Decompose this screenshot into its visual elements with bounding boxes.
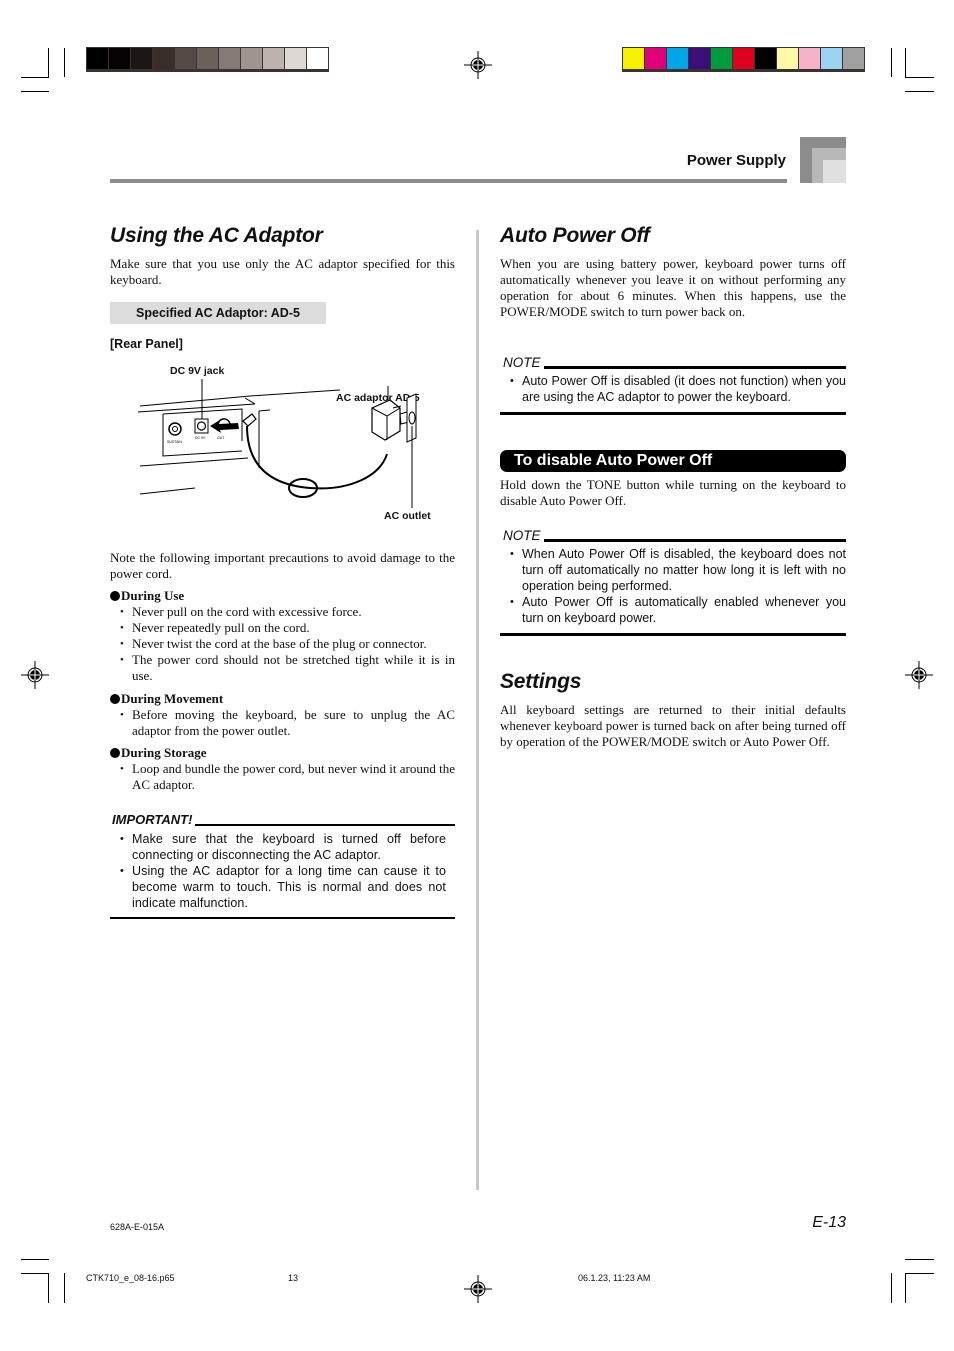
color-swatch	[645, 48, 666, 69]
subheading-disable-auto-power-off: To disable Auto Power Off	[500, 450, 846, 472]
disable-instructions: Hold down the TONE button while turning …	[500, 477, 846, 508]
color-swatch	[821, 48, 842, 69]
note-box-1: NOTE Auto Power Off is disabled (it does…	[500, 355, 846, 415]
doc-code: 628A-E-015A	[110, 1222, 165, 1232]
color-swatch	[755, 48, 776, 69]
important-list: Make sure that the keyboard is turned of…	[110, 831, 455, 911]
heading-auto-power-off: Auto Power Off	[500, 224, 650, 247]
registration-mark-icon	[464, 1275, 492, 1303]
file-name: CTK710_e_08-16.p65	[86, 1273, 175, 1283]
color-swatch	[153, 48, 174, 69]
precaution-list: Before moving the keyboard, be sure to u…	[110, 707, 455, 739]
heading-using-ac-adaptor: Using the AC Adaptor	[110, 224, 323, 247]
list-item: Never pull on the cord with excessive fo…	[110, 604, 455, 620]
color-swatch	[197, 48, 218, 69]
color-swatch	[843, 48, 864, 69]
color-swatch	[175, 48, 196, 69]
list-item: Before moving the keyboard, be sure to u…	[110, 707, 455, 739]
registration-mark-icon	[464, 51, 492, 79]
color-swatch	[689, 48, 710, 69]
precaution-group-during-use: During Use Never pull on the cord with e…	[110, 587, 455, 684]
color-swatch	[285, 48, 306, 69]
page-number: E-13	[812, 1214, 846, 1231]
color-swatch	[87, 48, 108, 69]
rear-panel-label: [Rear Panel]	[110, 337, 183, 351]
note-box-2: NOTE When Auto Power Off is disabled, th…	[500, 528, 846, 636]
list-item: Auto Power Off is automatically enabled …	[500, 594, 846, 626]
color-swatch	[263, 48, 284, 69]
list-item: Using the AC adaptor for a long time can…	[110, 863, 446, 911]
specified-adaptor-box: Specified AC Adaptor: AD-5	[110, 302, 326, 324]
group-heading: During Use	[121, 588, 185, 603]
color-swatch	[777, 48, 798, 69]
important-label: IMPORTANT!	[112, 812, 193, 827]
bullet-dot-icon	[110, 694, 120, 704]
color-swatch	[219, 48, 240, 69]
color-swatch	[241, 48, 262, 69]
note-label: NOTE	[503, 355, 541, 370]
color-swatch	[131, 48, 152, 69]
color-swatch	[623, 48, 644, 69]
timestamp: 06.1.23, 11:23 AM	[578, 1273, 651, 1283]
list-item: Make sure that the keyboard is turned of…	[110, 831, 446, 863]
file-page-number: 13	[288, 1273, 299, 1283]
ac-adaptor-intro: Make sure that you use only the AC adapt…	[110, 256, 455, 287]
list-item: Loop and bundle the power cord, but neve…	[110, 761, 455, 793]
heading-settings: Settings	[500, 670, 582, 693]
color-swatch	[733, 48, 754, 69]
color-swatch	[307, 48, 328, 69]
note-label: NOTE	[503, 528, 541, 543]
color-swatch	[109, 48, 130, 69]
color-swatch	[799, 48, 820, 69]
group-heading: During Storage	[121, 745, 207, 760]
color-swatch-bar	[622, 47, 865, 72]
rear-panel-illustration: SUSTAIN DC 9V OUT	[137, 379, 417, 508]
grayscale-swatch-bar	[86, 47, 329, 72]
sustain-jack-label: SUSTAIN	[167, 440, 182, 444]
note-list: When Auto Power Off is disabled, the key…	[500, 546, 846, 626]
important-box: IMPORTANT! Make sure that the keyboard i…	[110, 812, 455, 919]
column-divider	[476, 230, 479, 1190]
group-heading: During Movement	[121, 691, 224, 706]
bullet-dot-icon	[110, 591, 120, 601]
precaution-list: Never pull on the cord with excessive fo…	[110, 604, 455, 684]
precaution-list: Loop and bundle the power cord, but neve…	[110, 761, 455, 793]
list-item: Never twist the cord at the base of the …	[110, 636, 455, 652]
list-item: Never repeatedly pull on the cord.	[110, 620, 455, 636]
list-item: Auto Power Off is disabled (it does not …	[500, 373, 846, 405]
precaution-group-during-movement: During Movement Before moving the keyboa…	[110, 690, 455, 739]
list-item: The power cord should not be stretched t…	[110, 652, 455, 684]
precaution-group-during-storage: During Storage Loop and bundle the power…	[110, 744, 455, 793]
list-item: When Auto Power Off is disabled, the key…	[500, 546, 846, 594]
header-rule	[110, 179, 787, 183]
registration-mark-icon	[905, 661, 933, 689]
note-list: Auto Power Off is disabled (it does not …	[500, 373, 846, 405]
svg-text:DC 9V: DC 9V	[195, 436, 206, 440]
section-header-title: Power Supply	[686, 152, 786, 169]
settings-text: All keyboard settings are returned to th…	[500, 702, 846, 749]
precautions-intro: Note the following important precautions…	[110, 550, 455, 581]
svg-text:OUT: OUT	[217, 436, 225, 440]
bullet-dot-icon	[110, 748, 120, 758]
color-swatch	[711, 48, 732, 69]
auto-power-off-intro: When you are using battery power, keyboa…	[500, 256, 846, 319]
registration-mark-icon	[21, 661, 49, 689]
color-swatch	[667, 48, 688, 69]
